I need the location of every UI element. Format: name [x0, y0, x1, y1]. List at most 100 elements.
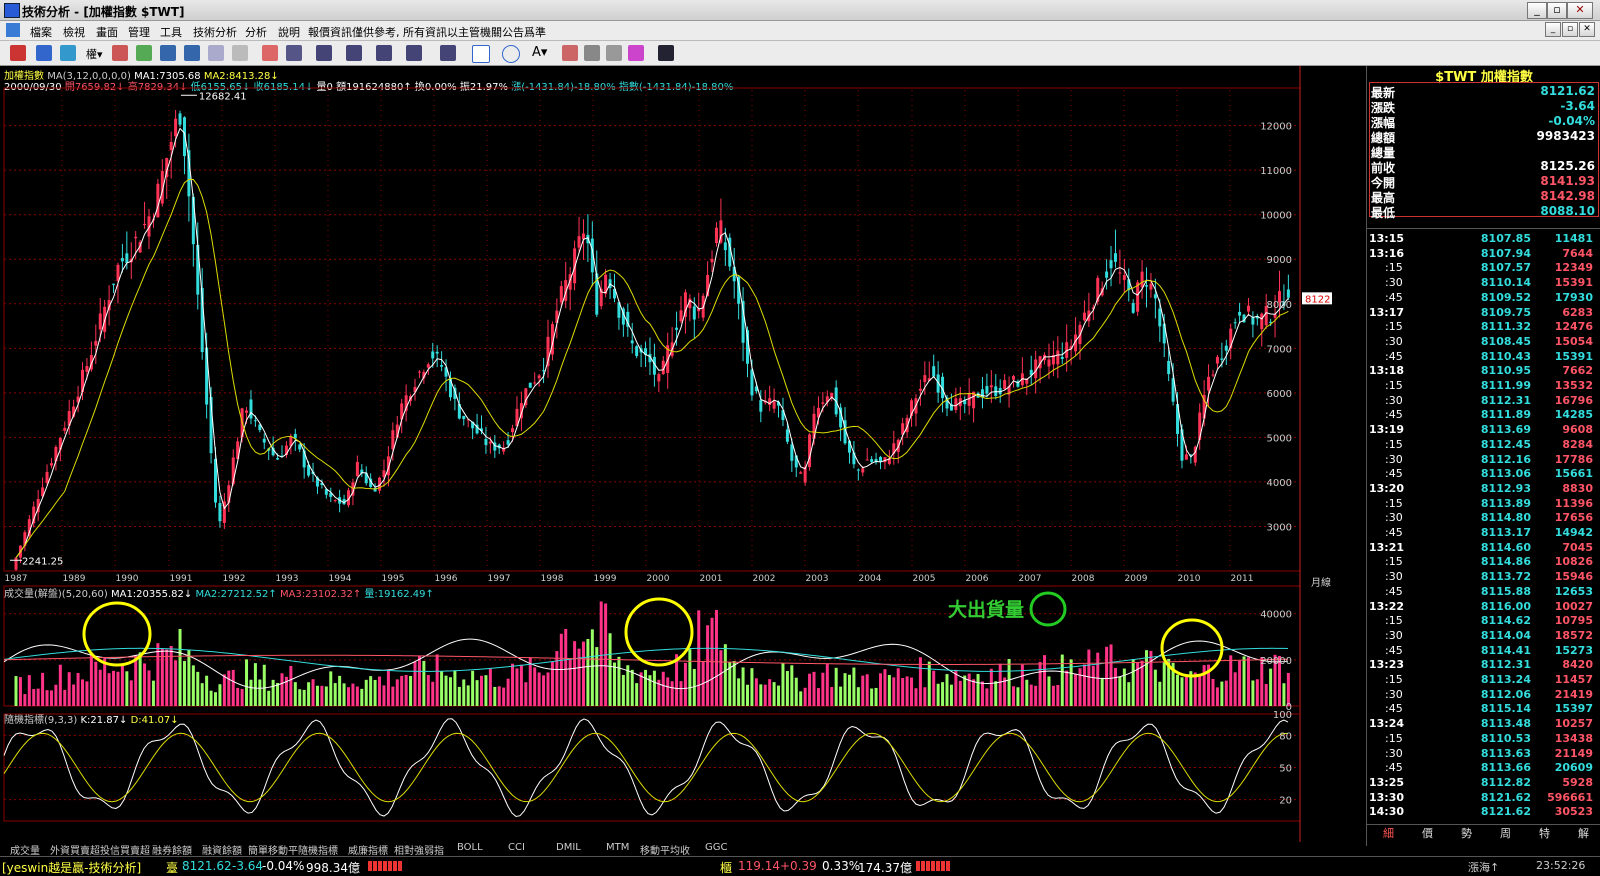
volume-bar: [205, 675, 209, 706]
menu-file[interactable]: 檔案: [30, 24, 52, 40]
period-label[interactable]: 月線: [1311, 574, 1331, 589]
layout-icon[interactable]: [60, 45, 76, 61]
mdi-restore-button[interactable]: ▫: [1562, 22, 1578, 37]
candle-body: [431, 351, 435, 359]
rtab-week[interactable]: 周: [1500, 825, 1511, 841]
tick-price: 8107.85: [1480, 232, 1531, 245]
clear-icon[interactable]: [606, 45, 622, 61]
rtab-detail[interactable]: 細: [1383, 825, 1394, 841]
tab-williams[interactable]: 威廉指標: [348, 842, 388, 857]
chart-svg[interactable]: 12000 11000 10000 9000 8000 7000 6000 5000 4000 3…: [0, 66, 1365, 842]
tab-rsi[interactable]: 相對強弱指: [394, 842, 444, 857]
menu-technical[interactable]: 技術分析: [193, 24, 237, 40]
candle-body: [417, 371, 421, 373]
candle-body: [1113, 253, 1117, 262]
candle-body: [967, 393, 971, 406]
channel-tool-icon[interactable]: [440, 45, 456, 61]
window4-icon[interactable]: [232, 45, 248, 61]
volume-bar: [1215, 687, 1219, 706]
tab-ggc[interactable]: GGC: [705, 842, 727, 853]
candle-body: [174, 118, 178, 137]
compare-icon[interactable]: [136, 45, 152, 61]
eraser-icon[interactable]: [584, 45, 600, 61]
toolbar: 權▾ A▾: [0, 41, 1600, 66]
text-tool-icon[interactable]: A▾: [532, 45, 547, 60]
rect-tool-icon[interactable]: [472, 45, 490, 63]
indicator-icon[interactable]: [112, 45, 128, 61]
chart-icon[interactable]: [10, 45, 26, 61]
weight-label[interactable]: 權▾: [86, 46, 103, 62]
tab-ma-close[interactable]: 移動平均收: [640, 842, 690, 857]
palette-icon[interactable]: [628, 45, 644, 61]
tick-time: :30: [1385, 393, 1403, 407]
tick-price: 8112.16: [1480, 452, 1531, 466]
volume-bar: [404, 674, 408, 706]
minimize-button[interactable]: _: [1527, 2, 1547, 19]
volume-bar: [852, 667, 856, 706]
tab-sma[interactable]: 簡單移動平: [248, 842, 298, 857]
tab-short[interactable]: 融券餘額: [152, 842, 192, 857]
save-icon[interactable]: [658, 45, 674, 61]
tab-boll[interactable]: BOLL: [457, 842, 483, 853]
rtab-trend[interactable]: 勢: [1461, 825, 1472, 841]
fib-tool-icon[interactable]: [406, 45, 422, 61]
tab-margin[interactable]: 融資餘額: [202, 842, 242, 857]
menu-analysis[interactable]: 分析: [245, 24, 267, 40]
hline-tool-icon[interactable]: [316, 45, 332, 61]
restore-button[interactable]: ▫: [1547, 2, 1567, 19]
candle-body: [276, 458, 280, 460]
menu-manage[interactable]: 管理: [128, 24, 150, 40]
volume-bar: [608, 633, 612, 706]
tab-volume[interactable]: 成交量: [10, 842, 40, 857]
window3-icon[interactable]: [208, 45, 224, 61]
mdi-close-button[interactable]: ✕: [1579, 22, 1595, 37]
tab-cci[interactable]: CCI: [508, 842, 525, 853]
volume-bar: [1087, 649, 1091, 706]
menu-screen[interactable]: 畫面: [96, 24, 118, 40]
window-icon[interactable]: [160, 45, 176, 61]
volume-bar: [923, 687, 927, 706]
vline-tool-icon[interactable]: [346, 45, 362, 61]
fan-tool-icon[interactable]: [376, 45, 392, 61]
candle-body: [462, 415, 466, 420]
copy-icon[interactable]: [562, 45, 578, 61]
crosshair-icon[interactable]: [36, 45, 52, 61]
candle-body: [1220, 358, 1224, 360]
tab-foreign[interactable]: 外資買賣超投信買賣超: [50, 842, 150, 857]
rtab-price[interactable]: 價: [1422, 825, 1433, 841]
ellipse-tool-icon[interactable]: [502, 45, 520, 63]
volume-bar: [621, 675, 625, 706]
volume-bar: [1269, 668, 1273, 706]
candle-body: [298, 444, 302, 450]
draw-icon[interactable]: [262, 45, 278, 61]
volume-bar: [976, 674, 980, 706]
line-tool-icon[interactable]: [286, 45, 302, 61]
menu-view[interactable]: 檢視: [63, 24, 85, 40]
window2-icon[interactable]: [184, 45, 200, 61]
tick-time: :15: [1385, 320, 1403, 334]
mdi-minimize-button[interactable]: _: [1545, 22, 1561, 37]
menu-help[interactable]: 說明: [278, 24, 300, 40]
volume-bar: [1060, 654, 1064, 706]
status-bar: [yeswin越是贏-技術分析] 臺 8121.62 -3.64 -0.04% …: [0, 856, 1600, 876]
price-axis-label: 5000: [1267, 433, 1292, 444]
vol-ma3: MA3:23102.32↑: [279, 589, 362, 600]
tick-row: :15 8114.86 10826: [1367, 555, 1600, 570]
volume-bar: [1162, 662, 1166, 706]
menu-disclaimer: 報價資訊僅供參考, 所有資訊以主管機關公告爲準: [308, 26, 546, 39]
tab-kd[interactable]: 隨機指標: [298, 842, 338, 857]
tick-volume: 15391: [1554, 349, 1593, 363]
candle-body: [630, 340, 634, 344]
candle-body: [799, 472, 803, 474]
menu-tools[interactable]: 工具: [160, 24, 182, 40]
volume-bar: [187, 649, 191, 706]
rtab-feature[interactable]: 特: [1539, 825, 1550, 841]
close-button[interactable]: ✕: [1567, 2, 1593, 19]
candle-body: [435, 351, 439, 354]
tab-mtm[interactable]: MTM: [606, 842, 629, 853]
chart-area[interactable]: 加權指數 MA(3,12,0,0,0,0) MA1:7305.68 MA2:84…: [0, 66, 1365, 846]
tick-price: 8107.57: [1480, 261, 1531, 275]
tab-dmi[interactable]: DMIL: [556, 842, 581, 853]
tick-price: 8112.82: [1480, 775, 1531, 789]
rtab-solution[interactable]: 解: [1578, 825, 1589, 841]
